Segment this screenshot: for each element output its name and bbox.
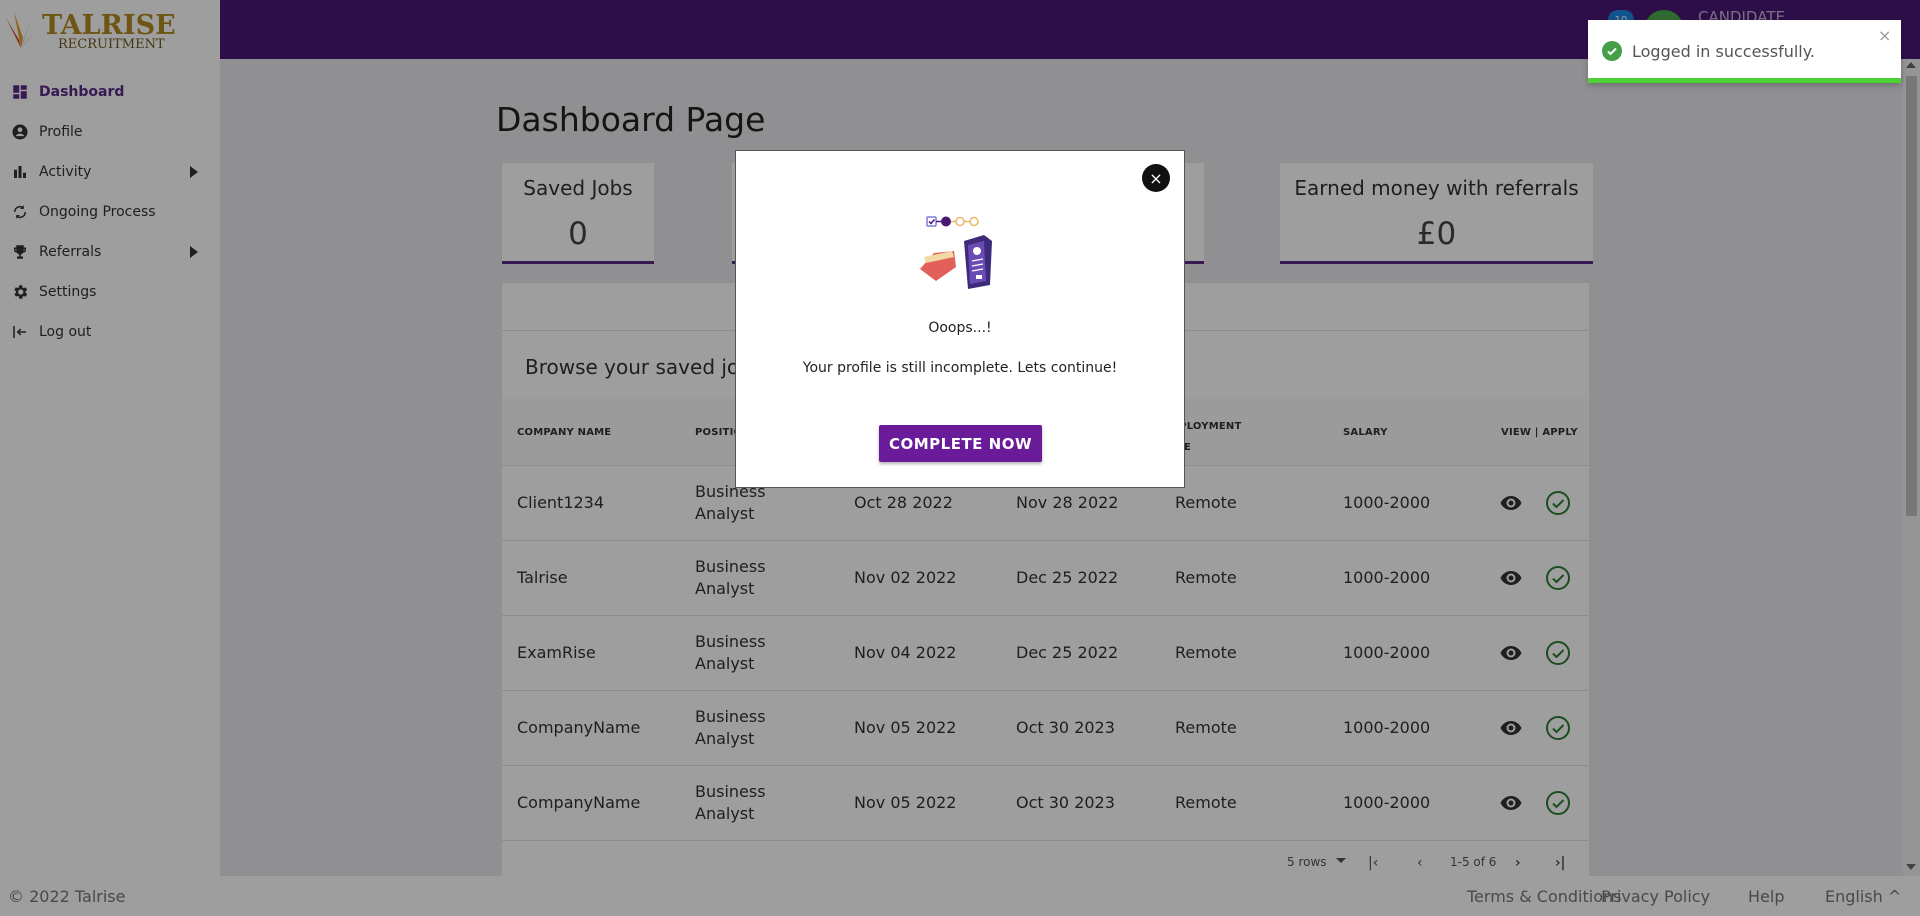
toast-notification: Logged in successfully. × (1588, 20, 1901, 83)
toast-progress-bar (1588, 78, 1901, 83)
incomplete-profile-dialog: × Ooops...! Your profile is still incomp… (735, 150, 1185, 488)
close-icon[interactable]: × (1878, 26, 1891, 45)
success-check-icon (1602, 41, 1622, 61)
dialog-message: Your profile is still incomplete. Lets c… (802, 360, 1118, 376)
dialog-title: Ooops...! (928, 320, 992, 336)
toast-message: Logged in successfully. (1632, 42, 1816, 61)
profile-illustration-icon (920, 216, 992, 289)
close-icon[interactable]: × (1142, 164, 1170, 192)
complete-now-button[interactable]: COMPLETE NOW (879, 425, 1042, 462)
